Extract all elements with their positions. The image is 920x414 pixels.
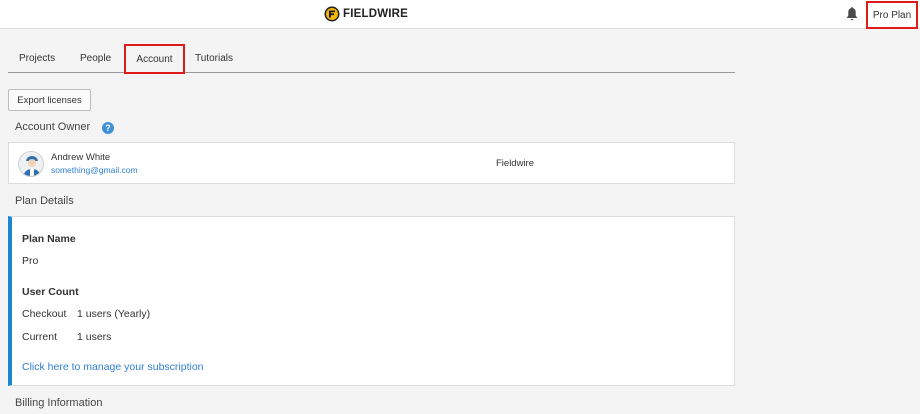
export-licenses-button[interactable]: Export licenses — [8, 89, 91, 111]
tab-people[interactable]: People — [80, 44, 111, 72]
tab-projects[interactable]: Projects — [19, 44, 55, 72]
tab-tutorials[interactable]: Tutorials — [195, 44, 233, 72]
bell-icon[interactable] — [845, 7, 859, 22]
plan-name-value: Pro — [22, 255, 39, 267]
owner-email-link[interactable]: something@gmail.com — [51, 165, 138, 175]
billing-information-heading: Billing Information — [15, 397, 103, 409]
owner-name: Andrew White — [51, 152, 111, 163]
plan-details-card: Plan Name Pro User Count Checkout 1 user… — [8, 216, 735, 386]
current-value: 1 users — [77, 331, 112, 343]
avatar — [18, 151, 44, 177]
current-label: Current — [22, 331, 58, 343]
tab-bar: Projects People Account Tutorials — [8, 44, 735, 74]
fieldwire-logo-icon — [324, 6, 340, 22]
checkout-label: Checkout — [22, 308, 67, 320]
checkout-value: 1 users (Yearly) — [77, 308, 151, 320]
help-icon[interactable]: ? — [102, 122, 114, 134]
plan-name-label: Plan Name — [22, 233, 76, 245]
top-bar: FIELDWIRE Pro Plan — [0, 0, 920, 29]
user-count-label: User Count — [22, 286, 79, 298]
account-owner-card: Andrew White something@gmail.com Fieldwi… — [8, 142, 735, 184]
manage-subscription-link[interactable]: Click here to manage your subscription — [22, 361, 204, 373]
plan-details-heading: Plan Details — [15, 195, 74, 207]
pro-plan-button[interactable]: Pro Plan — [866, 1, 918, 29]
avatar-icon — [19, 152, 43, 176]
logo[interactable]: FIELDWIRE — [324, 5, 408, 23]
tab-account[interactable]: Account — [124, 44, 185, 74]
logo-text: FIELDWIRE — [343, 8, 409, 20]
account-owner-heading: Account Owner — [15, 121, 91, 133]
owner-company: Fieldwire — [496, 158, 535, 169]
